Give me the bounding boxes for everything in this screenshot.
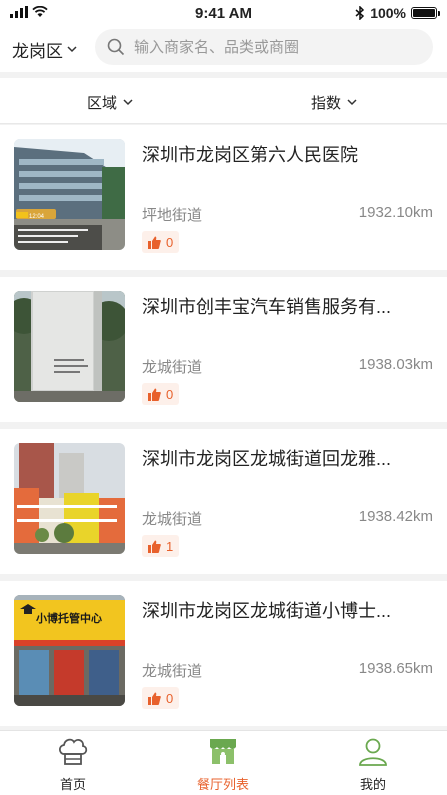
restaurant-photo: 小博托管中心 bbox=[14, 595, 125, 706]
district-selector[interactable]: 龙岗区 bbox=[12, 37, 77, 62]
index-filter-label: 指数 bbox=[311, 95, 342, 112]
index-filter[interactable]: 指数 bbox=[311, 92, 357, 113]
restaurant-list: 12:04 深圳市龙岗区第六人民医院 坪地街道 1932.10km 0 深圳市创… bbox=[0, 125, 447, 733]
bluetooth-icon bbox=[355, 6, 365, 20]
list-item[interactable]: 深圳市龙岗区龙城街道回龙雅... 龙城街道 1938.42km 1 bbox=[0, 429, 447, 574]
bottom-tab-bar: 首页 餐厅列表 我的 bbox=[0, 730, 447, 795]
like-count-value: 0 bbox=[166, 690, 174, 706]
tab-restaurants[interactable]: 餐厅列表 bbox=[183, 737, 263, 793]
restaurant-distance: 1938.42km bbox=[358, 508, 433, 525]
thumbs-up-icon bbox=[148, 236, 161, 249]
chef-hat-icon bbox=[58, 738, 88, 765]
restaurant-name: 深圳市创丰宝汽车销售服务有... bbox=[142, 297, 392, 317]
restaurant-distance: 1938.65km bbox=[358, 660, 433, 677]
like-count-value: 0 bbox=[166, 386, 174, 402]
restaurant-street: 龙城街道 bbox=[142, 511, 203, 528]
search-icon bbox=[107, 38, 125, 56]
restaurant-street: 龙城街道 bbox=[142, 663, 203, 680]
tab-restaurants-label: 餐厅列表 bbox=[196, 777, 249, 792]
search-row: 龙岗区 bbox=[0, 28, 447, 72]
restaurant-street: 坪地街道 bbox=[142, 207, 203, 224]
like-count[interactable]: 0 bbox=[142, 383, 180, 405]
restaurant-name: 深圳市龙岗区龙城街道小博士... bbox=[142, 601, 392, 621]
search-input[interactable] bbox=[134, 38, 414, 56]
tab-mine[interactable]: 我的 bbox=[333, 737, 413, 793]
list-item[interactable]: 12:04 深圳市龙岗区第六人民医院 坪地街道 1932.10km 0 bbox=[0, 125, 447, 270]
list-item[interactable]: 深圳市创丰宝汽车销售服务有... 龙城街道 1938.03km 0 bbox=[0, 277, 447, 422]
thumbs-up-icon bbox=[148, 388, 161, 401]
tab-home-label: 首页 bbox=[59, 777, 86, 792]
tab-mine-label: 我的 bbox=[359, 777, 386, 792]
search-box[interactable] bbox=[95, 29, 433, 65]
like-count[interactable]: 0 bbox=[142, 687, 180, 709]
like-count[interactable]: 0 bbox=[142, 231, 180, 253]
user-icon bbox=[359, 738, 387, 766]
status-right: 100% bbox=[355, 5, 440, 21]
photo-timestamp: 12:04 bbox=[29, 214, 45, 220]
chevron-down-icon bbox=[123, 99, 133, 106]
restaurant-distance: 1938.03km bbox=[358, 356, 433, 373]
restaurant-photo: 12:04 bbox=[14, 139, 125, 250]
area-filter[interactable]: 区域 bbox=[87, 92, 133, 113]
restaurant-photo bbox=[14, 291, 125, 402]
like-count[interactable]: 1 bbox=[142, 535, 180, 557]
restaurant-name: 深圳市龙岗区龙城街道回龙雅... bbox=[142, 449, 392, 469]
district-label: 龙岗区 bbox=[12, 42, 63, 61]
restaurant-street: 龙城街道 bbox=[142, 359, 203, 376]
restaurant-distance: 1932.10km bbox=[358, 204, 433, 221]
restaurant-name: 深圳市龙岗区第六人民医院 bbox=[142, 145, 358, 165]
chevron-down-icon bbox=[347, 99, 357, 106]
like-count-value: 1 bbox=[166, 538, 174, 554]
restaurant-photo bbox=[14, 443, 125, 554]
filter-row: 区域 指数 bbox=[0, 78, 447, 124]
battery-percent: 100% bbox=[370, 5, 406, 21]
like-count-value: 0 bbox=[166, 234, 174, 250]
area-filter-label: 区域 bbox=[87, 95, 118, 112]
storefront-sign: 小博托管中心 bbox=[35, 611, 102, 625]
status-bar: 9:41 AM 100% bbox=[0, 0, 447, 28]
list-item[interactable]: 小博托管中心 深圳市龙岗区龙城街道小博士... 龙城街道 1938.65km 0 bbox=[0, 581, 447, 726]
battery-icon bbox=[411, 7, 440, 19]
thumbs-up-icon bbox=[148, 692, 161, 705]
tab-home[interactable]: 首页 bbox=[33, 737, 113, 793]
thumbs-up-icon bbox=[148, 540, 161, 553]
chevron-down-icon bbox=[67, 46, 77, 53]
storefront-icon bbox=[210, 739, 236, 764]
